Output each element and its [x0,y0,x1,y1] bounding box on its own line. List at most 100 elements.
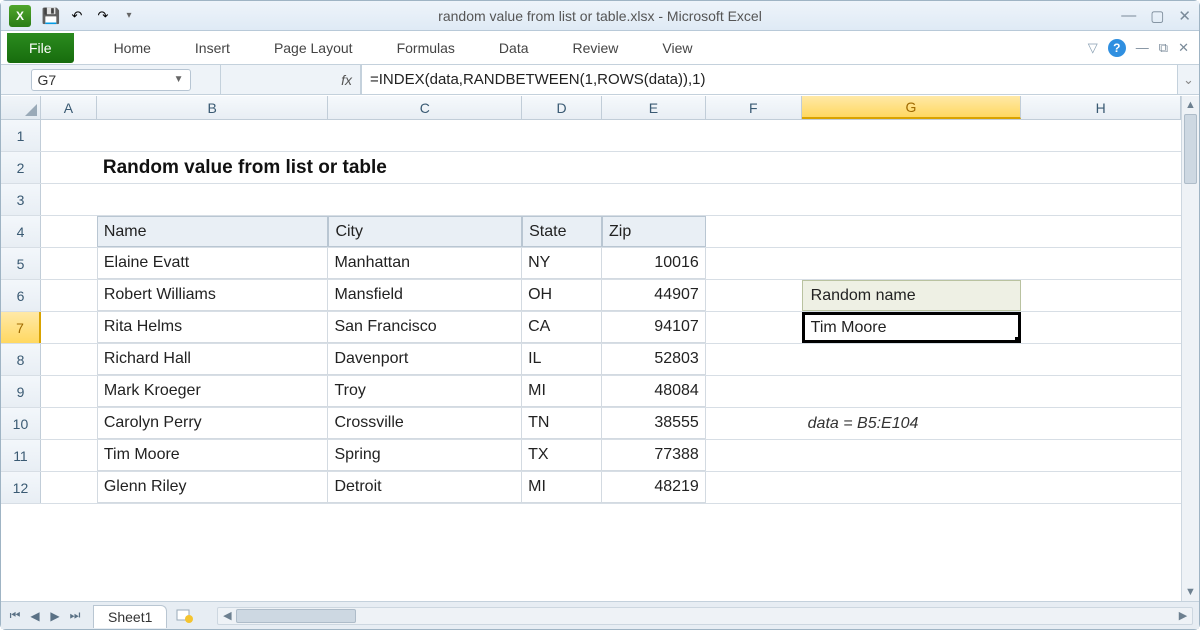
cell-state[interactable]: OH [522,280,602,311]
cell[interactable] [1021,120,1181,151]
col-header-B[interactable]: B [97,96,329,119]
tab-insert[interactable]: Insert [173,31,252,65]
cell-city[interactable]: Mansfield [328,280,522,311]
cell[interactable] [706,184,802,215]
redo-button[interactable]: ↷ [91,5,115,27]
cell-state[interactable]: TN [522,408,602,439]
cell[interactable] [802,376,1022,407]
cell[interactable] [1021,312,1181,343]
cell[interactable] [802,440,1022,471]
new-sheet-button[interactable] [173,606,197,626]
cell[interactable] [41,216,97,247]
cell[interactable] [41,472,97,503]
cell-state[interactable]: NY [522,248,602,279]
cell-name[interactable]: Mark Kroeger [97,376,329,407]
col-header-E[interactable]: E [602,96,706,119]
cell[interactable] [522,120,602,151]
cell-zip[interactable]: 38555 [602,408,706,439]
sheet-nav-next[interactable]: ▶ [45,606,65,626]
hscroll-thumb[interactable] [236,609,356,623]
cell-name[interactable]: Rita Helms [97,312,329,343]
name-box[interactable]: G7 ▼ [31,69,191,91]
table-header-city[interactable]: City [328,216,522,247]
cell[interactable] [41,408,97,439]
cell-zip[interactable]: 44907 [602,280,706,311]
scroll-down-icon[interactable]: ▼ [1182,583,1199,601]
scroll-thumb[interactable] [1184,114,1197,184]
sheet-heading[interactable]: Random value from list or table [97,152,802,183]
cell[interactable] [1021,248,1181,279]
sheet-nav-first[interactable]: ⏮ [5,606,25,626]
cell[interactable] [41,152,97,183]
cell-name[interactable]: Glenn Riley [97,472,329,503]
cell[interactable] [1021,408,1181,439]
name-box-dropdown-icon[interactable]: ▼ [174,74,184,85]
table-header-state[interactable]: State [522,216,602,247]
cell-city[interactable]: Manhattan [328,248,522,279]
col-header-H[interactable]: H [1021,96,1181,119]
workbook-minimize-icon[interactable]: — [1136,40,1149,55]
row-header-9[interactable]: 9 [1,376,41,407]
cell[interactable] [802,184,1022,215]
cell[interactable] [1021,280,1181,311]
cell[interactable] [328,184,522,215]
cell[interactable] [41,376,97,407]
cell-state[interactable]: TX [522,440,602,471]
cell[interactable] [602,120,706,151]
tab-data[interactable]: Data [477,31,551,65]
cell[interactable] [41,248,97,279]
tab-review[interactable]: Review [551,31,641,65]
cell[interactable] [1021,216,1181,247]
row-header-12[interactable]: 12 [1,472,41,503]
cell[interactable] [706,376,802,407]
cell[interactable] [1021,344,1181,375]
cell[interactable] [802,120,1022,151]
cell-city[interactable]: Detroit [328,472,522,503]
cell[interactable] [41,440,97,471]
cell[interactable] [1021,376,1181,407]
formula-bar[interactable]: =INDEX(data,RANDBETWEEN(1,ROWS(data)),1) [361,65,1177,94]
row-header-4[interactable]: 4 [1,216,41,247]
random-name-label[interactable]: Random name [802,280,1022,311]
cell[interactable] [1021,152,1181,183]
workbook-close-icon[interactable]: ✕ [1178,40,1189,56]
file-tab[interactable]: File [7,33,74,63]
row-header-5[interactable]: 5 [1,248,41,279]
select-all-corner[interactable] [1,96,41,119]
maximize-button[interactable]: ▢ [1150,7,1164,25]
cell[interactable] [706,216,802,247]
spreadsheet-grid[interactable]: A B C D E F G H 1 2 Random value from li… [1,96,1181,601]
cell-city[interactable]: Spring [328,440,522,471]
cell[interactable] [706,472,802,503]
row-header-3[interactable]: 3 [1,184,41,215]
qat-more-button[interactable]: ▾ [117,5,141,27]
named-range-note[interactable]: data = B5:E104 [802,408,1022,439]
sheet-tab-sheet1[interactable]: Sheet1 [93,605,167,628]
cell-city[interactable]: San Francisco [328,312,522,343]
tab-home[interactable]: Home [92,31,173,65]
cell-name[interactable]: Robert Williams [97,280,329,311]
cell-zip[interactable]: 48084 [602,376,706,407]
cell[interactable] [802,152,1022,183]
cell[interactable] [802,216,1022,247]
selected-cell-G7[interactable]: Tim Moore [802,312,1022,343]
cell-zip[interactable]: 48219 [602,472,706,503]
formula-bar-expand[interactable]: ⌄ [1177,65,1199,94]
cell[interactable] [41,344,97,375]
cell[interactable] [1021,472,1181,503]
scroll-right-icon[interactable]: ▶ [1174,608,1192,624]
help-button[interactable]: ? [1108,39,1126,57]
cell-zip[interactable]: 77388 [602,440,706,471]
vertical-scrollbar[interactable]: ▲ ▼ [1181,96,1199,601]
cell[interactable] [41,120,97,151]
cell[interactable] [706,120,802,151]
cell-name[interactable]: Richard Hall [97,344,329,375]
cell[interactable] [602,184,706,215]
col-header-A[interactable]: A [41,96,97,119]
cell[interactable] [802,248,1022,279]
cell-name[interactable]: Elaine Evatt [97,248,329,279]
tab-formulas[interactable]: Formulas [375,31,477,65]
row-header-1[interactable]: 1 [1,120,41,151]
cell[interactable] [1021,184,1181,215]
workbook-restore-icon[interactable]: ⧉ [1159,40,1168,56]
